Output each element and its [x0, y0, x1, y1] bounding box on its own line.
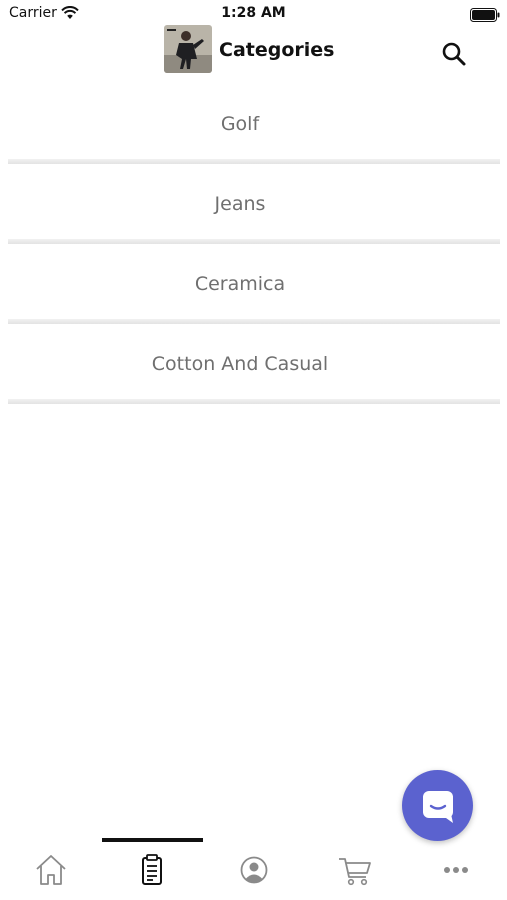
header: Categories	[0, 25, 507, 75]
status-bar: Carrier 1:28 AM	[0, 0, 507, 28]
category-item-cotton-and-casual[interactable]: Cotton And Casual	[0, 326, 507, 406]
tab-profile[interactable]	[234, 852, 274, 888]
category-label: Ceramica	[194, 273, 286, 295]
tab-categories[interactable]	[132, 852, 172, 888]
page-title: Categories	[219, 39, 335, 61]
clock: 1:28 AM	[221, 5, 286, 21]
active-tab-indicator	[102, 838, 203, 842]
chat-button[interactable]	[402, 770, 473, 841]
chat-icon	[423, 791, 453, 823]
category-item-golf[interactable]: Golf	[0, 86, 507, 166]
home-icon	[36, 855, 66, 885]
category-label: Jeans	[214, 193, 266, 215]
clipboard-icon	[142, 854, 162, 885]
category-label: Cotton And Casual	[151, 353, 329, 375]
more-icon	[444, 867, 468, 873]
store-logo	[164, 25, 212, 73]
search-icon[interactable]	[440, 40, 468, 68]
divider	[8, 319, 500, 324]
divider	[8, 399, 500, 404]
divider	[8, 239, 500, 244]
user-icon	[240, 856, 268, 884]
divider	[8, 159, 500, 164]
tab-home[interactable]	[31, 852, 71, 888]
category-item-ceramica[interactable]: Ceramica	[0, 246, 507, 326]
category-label: Golf	[220, 113, 260, 135]
tab-cart[interactable]	[335, 852, 375, 888]
category-list: Golf Jeans Ceramica Cotton And Casual	[0, 86, 507, 406]
cart-icon	[339, 858, 371, 886]
tab-more[interactable]	[436, 852, 476, 888]
category-item-jeans[interactable]: Jeans	[0, 166, 507, 246]
tab-bar	[0, 838, 507, 900]
battery-icon	[470, 7, 500, 26]
